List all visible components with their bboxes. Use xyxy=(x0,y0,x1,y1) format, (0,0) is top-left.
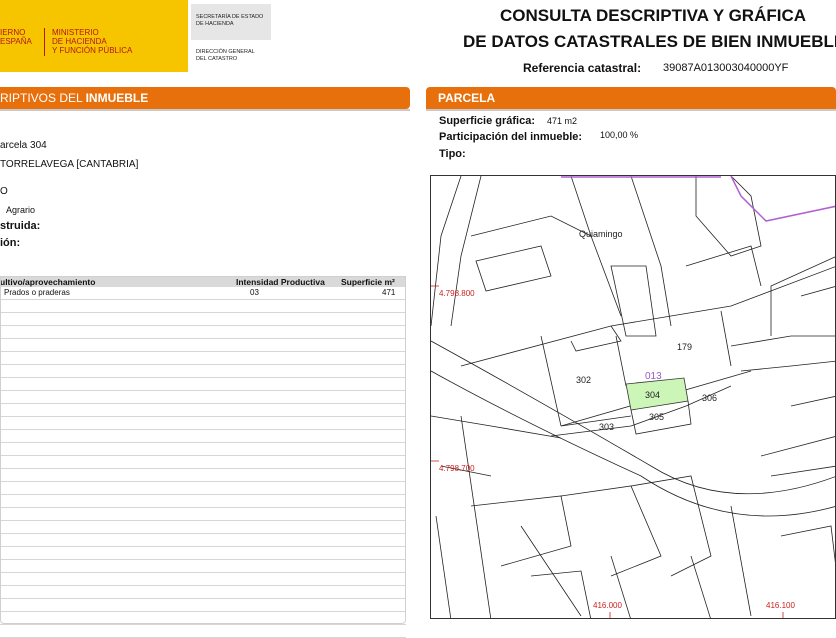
left-line5: struida: xyxy=(0,220,41,232)
parcel-label-305: 305 xyxy=(649,412,664,422)
cultivos-table: ultivo/aprovechamiento Intensidad Produc… xyxy=(0,276,406,638)
parcel-edge xyxy=(685,245,762,287)
parcel-edge xyxy=(770,256,835,336)
parcel-edge xyxy=(720,310,732,367)
parcel-edge xyxy=(615,335,627,387)
part-value: 100,00 % xyxy=(600,130,639,140)
parcel-edge xyxy=(760,436,835,457)
parcel-edge xyxy=(730,505,752,617)
logo-divider xyxy=(44,28,45,56)
sec-line2: de Hacienda xyxy=(196,21,234,27)
map-svg: 4.798.800 4.798.700 416.000 416.100 Quia… xyxy=(431,176,835,618)
parcel-label-302: 302 xyxy=(576,375,591,385)
parcel-box xyxy=(610,265,657,337)
page-title-line2: DE DATOS CATASTRALES DE BIEN INMUEBLE xyxy=(463,32,836,51)
parcel-label-013: 013 xyxy=(645,371,662,382)
ref-label: Referencia catastral: xyxy=(523,61,642,75)
parcel-edge xyxy=(740,360,835,372)
ref-value: 39087A013003040000YF xyxy=(663,62,789,74)
parcel-303-outline xyxy=(560,415,632,427)
parcel-edge xyxy=(431,415,562,439)
parcel-edge xyxy=(790,396,835,407)
parcel-edge xyxy=(520,525,582,617)
logo-country-line2: España xyxy=(0,37,32,46)
secretaria-box: Secretaría de Estado de Hacienda xyxy=(191,4,271,40)
left-line1: arcela 304 xyxy=(0,140,47,151)
right-section-bar: PARCELA xyxy=(426,87,836,109)
right-bar-underline xyxy=(426,109,836,111)
parcel-edge xyxy=(800,286,835,297)
cadastral-map[interactable]: 4.798.800 4.798.700 416.000 416.100 Quia… xyxy=(430,175,836,619)
parcel-edge xyxy=(730,335,835,347)
page-title-line1: CONSULTA DESCRIPTIVA Y GRÁFICA xyxy=(500,6,807,25)
road-edge-left xyxy=(431,176,462,327)
parcel-edge xyxy=(630,475,712,577)
coord-y2: 4.798.700 xyxy=(439,464,475,473)
parcel-edge xyxy=(460,415,492,618)
coord-y1: 4.798.800 xyxy=(439,289,475,298)
parcel-edge xyxy=(560,485,662,577)
part-label: Participación del inmueble: xyxy=(439,131,583,143)
left-bar-label-normal: RIPTIVOS DEL xyxy=(0,91,86,105)
road-upper xyxy=(431,340,835,495)
municipal-boundary xyxy=(561,176,835,222)
left-line4: Agrario xyxy=(6,205,36,215)
parcel-edge xyxy=(690,555,711,618)
parcel-edge xyxy=(570,176,622,317)
parcel-label-304: 304 xyxy=(645,390,660,400)
parcel-label-179: 179 xyxy=(677,342,692,352)
parcel-edge xyxy=(470,495,572,567)
coord-x2: 416.100 xyxy=(766,601,795,610)
dg-line2: del Catastro xyxy=(196,56,238,62)
sup-label: Superficie gráfica: xyxy=(439,115,535,127)
boundary-right xyxy=(730,176,835,222)
tipo-label: Tipo: xyxy=(439,148,466,160)
left-bar-underline xyxy=(0,109,410,111)
dg-line1: Dirección General xyxy=(196,49,255,55)
logo-country-line1: ierno xyxy=(0,28,26,37)
parcel-edge xyxy=(435,515,452,618)
left-line3: O xyxy=(0,186,8,197)
sup-value: 471 m2 xyxy=(547,116,578,126)
place-label: Quiamingo xyxy=(579,229,623,239)
left-bar-label-bold: INMUEBLE xyxy=(85,91,149,105)
left-line2: TORRELAVEGA [CANTABRIA] xyxy=(0,159,139,170)
logo-ministry-line1: Ministerio xyxy=(52,28,99,37)
parcel-label-306: 306 xyxy=(702,393,717,403)
parcel-edge xyxy=(780,525,835,563)
parcel-edge xyxy=(530,570,592,618)
left-section-bar: RIPTIVOS DEL INMUEBLE xyxy=(0,87,410,109)
parcel-edge xyxy=(770,465,835,477)
ministry-logo: ierno España Ministerio de Hacienda y Fu… xyxy=(0,0,188,72)
logo-ministry-line3: y Función Pública xyxy=(52,46,133,55)
logo-ministry-line2: de Hacienda xyxy=(52,37,107,46)
parcel-label-303: 303 xyxy=(599,422,614,432)
sec-line1: Secretaría de Estado xyxy=(196,14,264,20)
coord-x1: 416.000 xyxy=(593,601,622,610)
table-frame xyxy=(0,276,406,624)
parcel-box xyxy=(475,245,552,292)
left-line6: ión: xyxy=(0,237,21,249)
parcel-edge xyxy=(470,215,592,237)
road-edge-left2 xyxy=(450,176,482,327)
parcel-edge xyxy=(695,176,762,257)
